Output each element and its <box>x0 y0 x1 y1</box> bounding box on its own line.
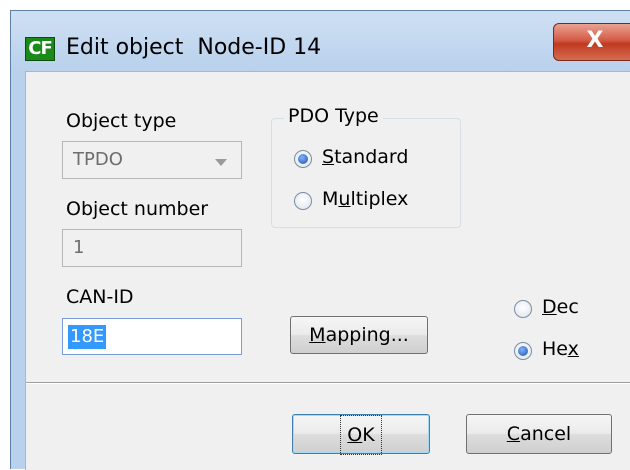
can-id-value: 18E <box>68 325 107 349</box>
pdo-type-group-label: PDO Type <box>284 105 383 127</box>
can-id-label: CAN-ID <box>66 286 134 308</box>
object-type-combobox[interactable]: TPDO <box>62 141 242 179</box>
mapping-button[interactable]: Mapping... <box>290 316 428 354</box>
app-icon: CF <box>25 37 55 61</box>
dialog-window: CF Edit object Node-ID 14 X Object type … <box>10 10 630 470</box>
close-icon: X <box>586 28 604 53</box>
cancel-button[interactable]: Cancel <box>466 414 612 454</box>
dialog-body: Object type TPDO Object number 1 PDO Typ… <box>25 71 630 470</box>
ok-label: OK <box>340 415 382 455</box>
radio-selected-icon <box>294 150 312 168</box>
pdo-type-multiplex-label: Multiplex <box>322 188 409 210</box>
object-type-label: Object type <box>66 110 177 132</box>
pdo-type-group: PDO Type <box>271 105 461 228</box>
object-number-label: Object number <box>66 198 209 220</box>
ok-button[interactable]: OK <box>292 414 430 455</box>
close-button[interactable]: X <box>553 23 630 61</box>
radio-unselected-icon <box>514 300 532 318</box>
object-type-value: TPDO <box>73 149 123 170</box>
can-id-input[interactable]: 18E <box>62 318 242 355</box>
title-bar[interactable]: CF Edit object Node-ID 14 X <box>11 11 630 69</box>
separator <box>26 382 630 384</box>
hex-label: Hex <box>542 338 579 360</box>
window-title: Edit object Node-ID 14 <box>66 35 322 60</box>
object-number-field[interactable]: 1 <box>62 229 242 267</box>
object-number-value: 1 <box>73 237 85 258</box>
radio-unselected-icon <box>294 192 312 210</box>
dec-label: Dec <box>542 296 579 318</box>
radio-selected-icon <box>514 342 532 360</box>
chevron-down-icon <box>215 159 227 166</box>
pdo-type-standard-label: Standard <box>322 146 409 168</box>
